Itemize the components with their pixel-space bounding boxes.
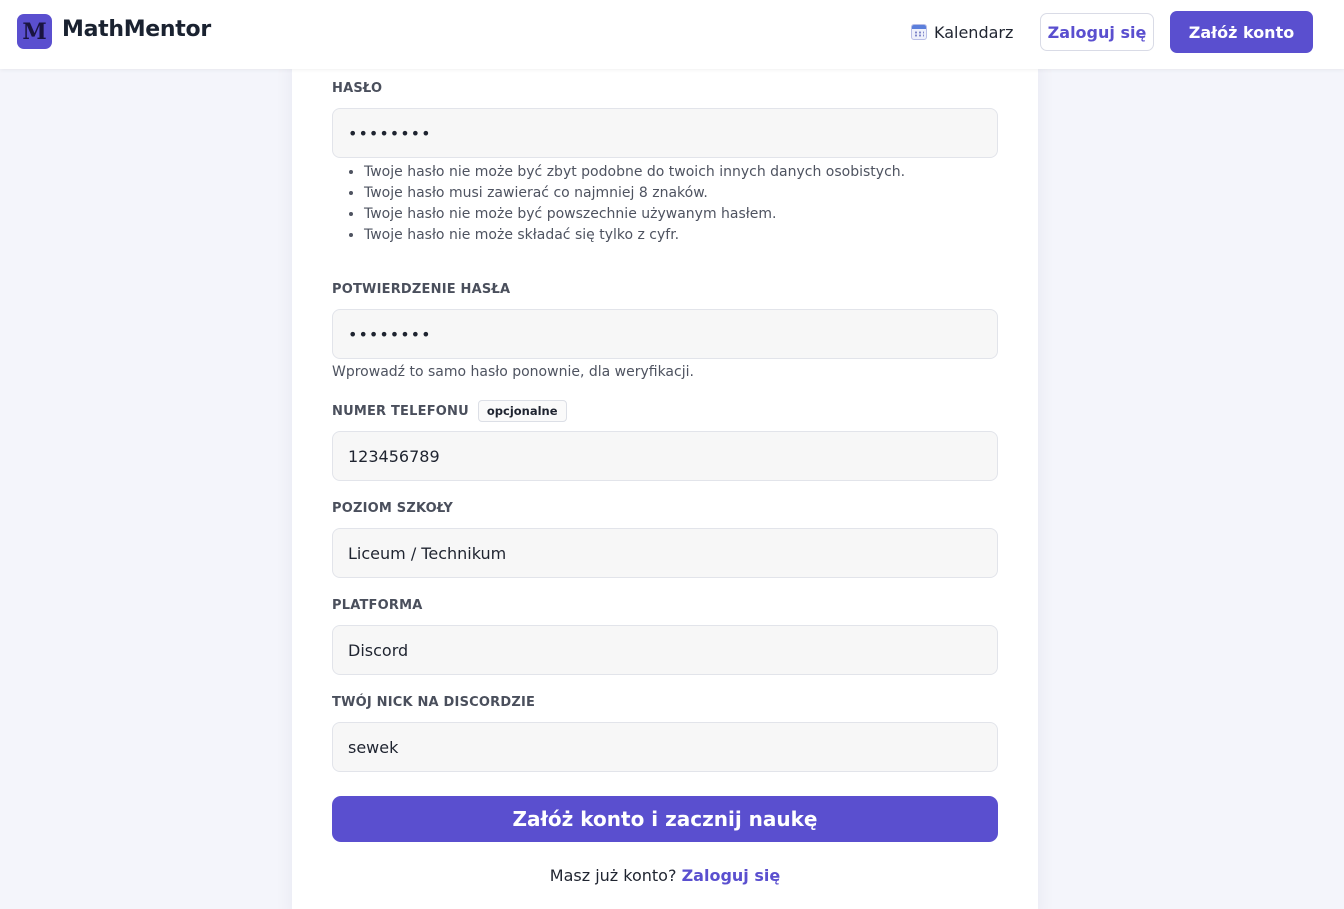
password-hint: Twoje hasło musi zawierać co najmniej 8 … [364, 183, 905, 204]
password-label: HASŁO [332, 81, 382, 96]
login-button[interactable]: Zaloguj się [1040, 13, 1154, 51]
password-confirm-label: POTWIERDZENIE HASŁA [332, 282, 510, 297]
register-button[interactable]: Załóż konto [1170, 11, 1313, 53]
discord-nick-label: TWÓJ NICK NA DISCORDZIE [332, 695, 535, 710]
login-prompt-text: Masz już konto? [549, 866, 677, 885]
platform-label-text: PLATFORMA [332, 598, 423, 613]
platform-label: PLATFORMA [332, 598, 422, 613]
discord-nick-field[interactable]: sewek [332, 722, 998, 772]
submit-button[interactable]: Załóż konto i zacznij naukę [332, 796, 998, 842]
phone-label: NUMER TELEFONU opcjonalne [332, 400, 567, 422]
password-confirm-field[interactable]: •••••••• [332, 309, 998, 359]
school-level-select[interactable]: Liceum / Technikum [332, 528, 998, 578]
password-confirm-helper: Wprowadź to samo hasło ponownie, dla wer… [332, 364, 694, 380]
calendar-link[interactable]: Kalendarz [911, 21, 1013, 43]
password-hint: Twoje hasło nie może składać się tylko z… [364, 225, 905, 246]
phone-field[interactable]: 123456789 [332, 431, 998, 481]
login-prompt: Masz już konto? Zaloguj się [332, 866, 998, 885]
password-hints: Twoje hasło nie może być zbyt podobne do… [346, 162, 905, 246]
login-link[interactable]: Zaloguj się [682, 866, 781, 885]
logo-letter: M [22, 18, 47, 45]
optional-badge: opcjonalne [477, 400, 567, 422]
calendar-label: Kalendarz [934, 22, 1014, 42]
logo-icon[interactable]: M [17, 14, 52, 49]
platform-select[interactable]: Discord [332, 625, 998, 675]
password-field[interactable]: •••••••• [332, 108, 998, 158]
calendar-icon [911, 24, 927, 40]
password-hint: Twoje hasło nie może być zbyt podobne do… [364, 162, 905, 183]
phone-label-text: NUMER TELEFONU [332, 403, 469, 419]
top-navbar: M MathMentor Kalendarz Zaloguj się Załóż… [0, 0, 1344, 69]
school-level-label: POZIOM SZKOŁY [332, 501, 453, 516]
school-level-label-text: POZIOM SZKOŁY [332, 501, 454, 516]
password-hint: Twoje hasło nie może być powszechnie uży… [364, 204, 905, 225]
password-label-text: HASŁO [332, 81, 383, 96]
password-confirm-label-text: POTWIERDZENIE HASŁA [332, 282, 511, 297]
discord-nick-label-text: TWÓJ NICK NA DISCORDZIE [332, 695, 536, 710]
brand-name[interactable]: MathMentor [62, 17, 211, 42]
